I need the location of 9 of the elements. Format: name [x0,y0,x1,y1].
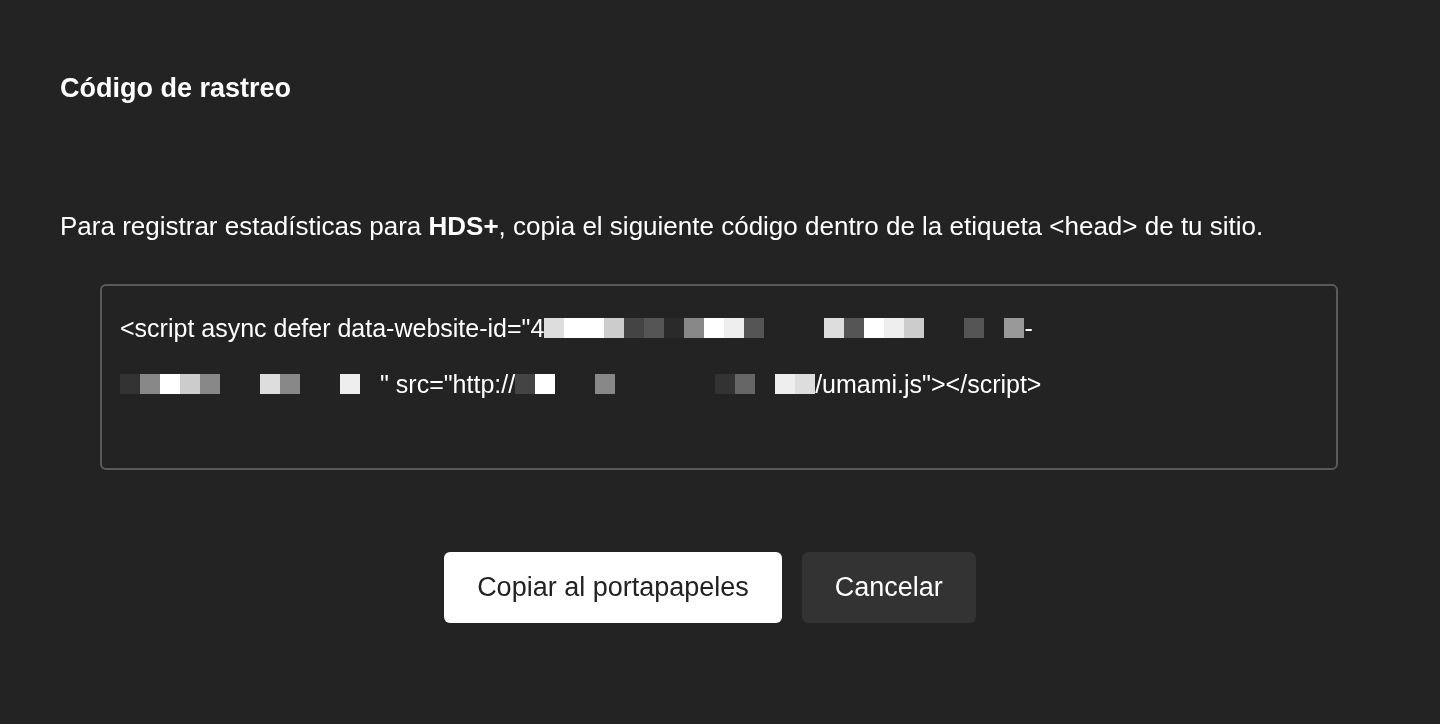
code-textarea[interactable]: <script async defer data-website-id="4 - " src="http:// /umami.js"></script> [100,284,1338,470]
cancel-button[interactable]: Cancelar [801,552,976,623]
description-text: Para registrar estadísticas para HDS+, copia el siguiente código dentro de la etiqueta <head> de tu sitio. [60,210,1265,243]
copy-button[interactable]: Copiar al portapapeles [444,552,782,623]
code-text: <script async defer data-website-id="4 [120,313,545,344]
dialog-title: Código de rastreo [60,72,293,105]
code-text: /umami.js"></script> [815,369,1042,400]
code-text: - [1024,313,1033,344]
code-text: " src="http:// [380,369,516,400]
